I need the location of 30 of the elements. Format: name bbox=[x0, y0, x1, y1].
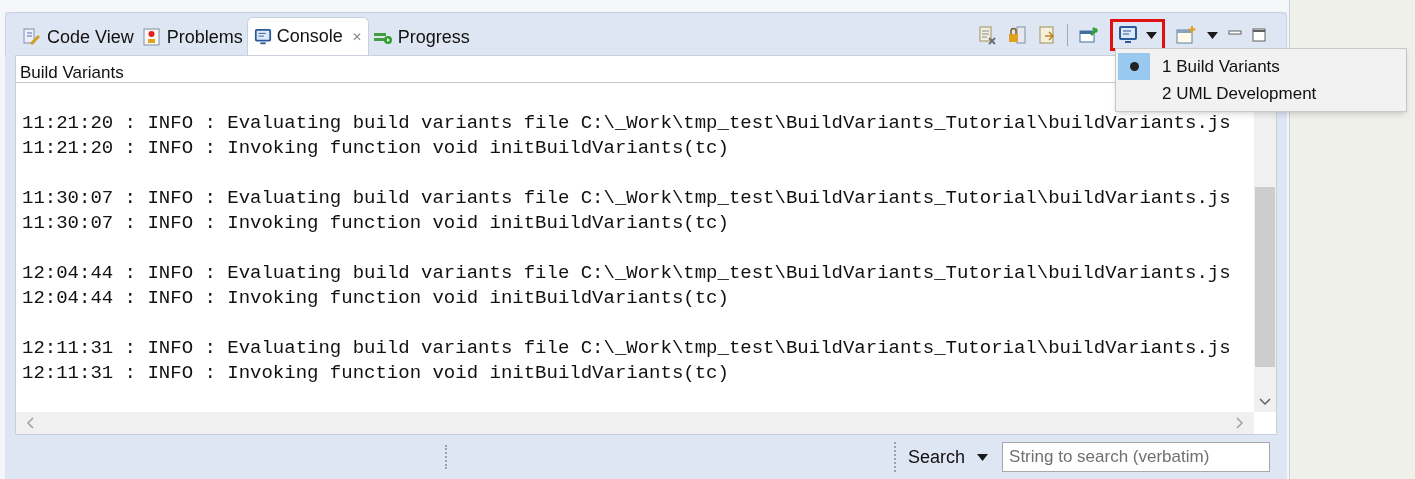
search-label: Search bbox=[908, 445, 966, 469]
scrollbar-thumb[interactable] bbox=[1255, 187, 1275, 367]
tab[interactable]: Problems bbox=[137, 19, 247, 55]
tab[interactable]: Console ✕ bbox=[246, 17, 369, 55]
clear-console-icon[interactable] bbox=[977, 25, 997, 45]
close-tab-button[interactable]: ✕ bbox=[351, 27, 362, 46]
tab[interactable]: Progress bbox=[368, 19, 474, 55]
console-line: 11:30:07 : INFO : Invoking function void initBuildVariants(tc) bbox=[22, 211, 729, 236]
search-field[interactable]: String to search (verbatim) bbox=[1002, 442, 1271, 472]
console-line: 12:04:44 : INFO : Invoking function void initBuildVariants(tc) bbox=[22, 286, 729, 311]
console-line: 11:21:20 : INFO : Invoking function void initBuildVariants(tc) bbox=[22, 136, 729, 161]
new-window-icon[interactable] bbox=[1175, 25, 1197, 45]
tab[interactable]: Code View bbox=[18, 19, 138, 55]
console-line: 12:04:44 : INFO : Evaluating build variants file C:\_Work\tmp_test\BuildVariants_Tutorial\buildVariants.js bbox=[22, 261, 1231, 286]
problems-icon bbox=[141, 27, 162, 47]
dropdown-arrow-icon[interactable] bbox=[1207, 31, 1218, 39]
lock-icon[interactable] bbox=[1007, 25, 1027, 45]
monitor-icon bbox=[253, 27, 272, 46]
dropdown-arrow-icon[interactable] bbox=[977, 453, 989, 461]
pin-icon[interactable] bbox=[1078, 25, 1100, 45]
dropdown-arrow-icon bbox=[1146, 31, 1157, 39]
menu-item[interactable]: 2 UML Development bbox=[1118, 80, 1406, 107]
code-view-icon bbox=[22, 27, 42, 47]
maximize-icon[interactable] bbox=[1252, 28, 1266, 42]
horizontal-scrollbar[interactable] bbox=[16, 412, 1254, 434]
console-line: 11:30:07 : INFO : Evaluating build variants file C:\_Work\tmp_test\BuildVariants_Tutorial\buildVariants.js bbox=[22, 186, 1231, 211]
console-line: 11:21:20 : INFO : Evaluating build variants file C:\_Work\tmp_test\BuildVariants_Tutorial\buildVariants.js bbox=[22, 111, 1231, 136]
console-line: 12:11:31 : INFO : Invoking function void initBuildVariants(tc) bbox=[22, 361, 729, 386]
console-line: 12:11:31 : INFO : Evaluating build variants file C:\_Work\tmp_test\BuildVariants_Tutorial\buildVariants.js bbox=[22, 336, 1231, 361]
monitor-icon bbox=[1118, 25, 1138, 45]
